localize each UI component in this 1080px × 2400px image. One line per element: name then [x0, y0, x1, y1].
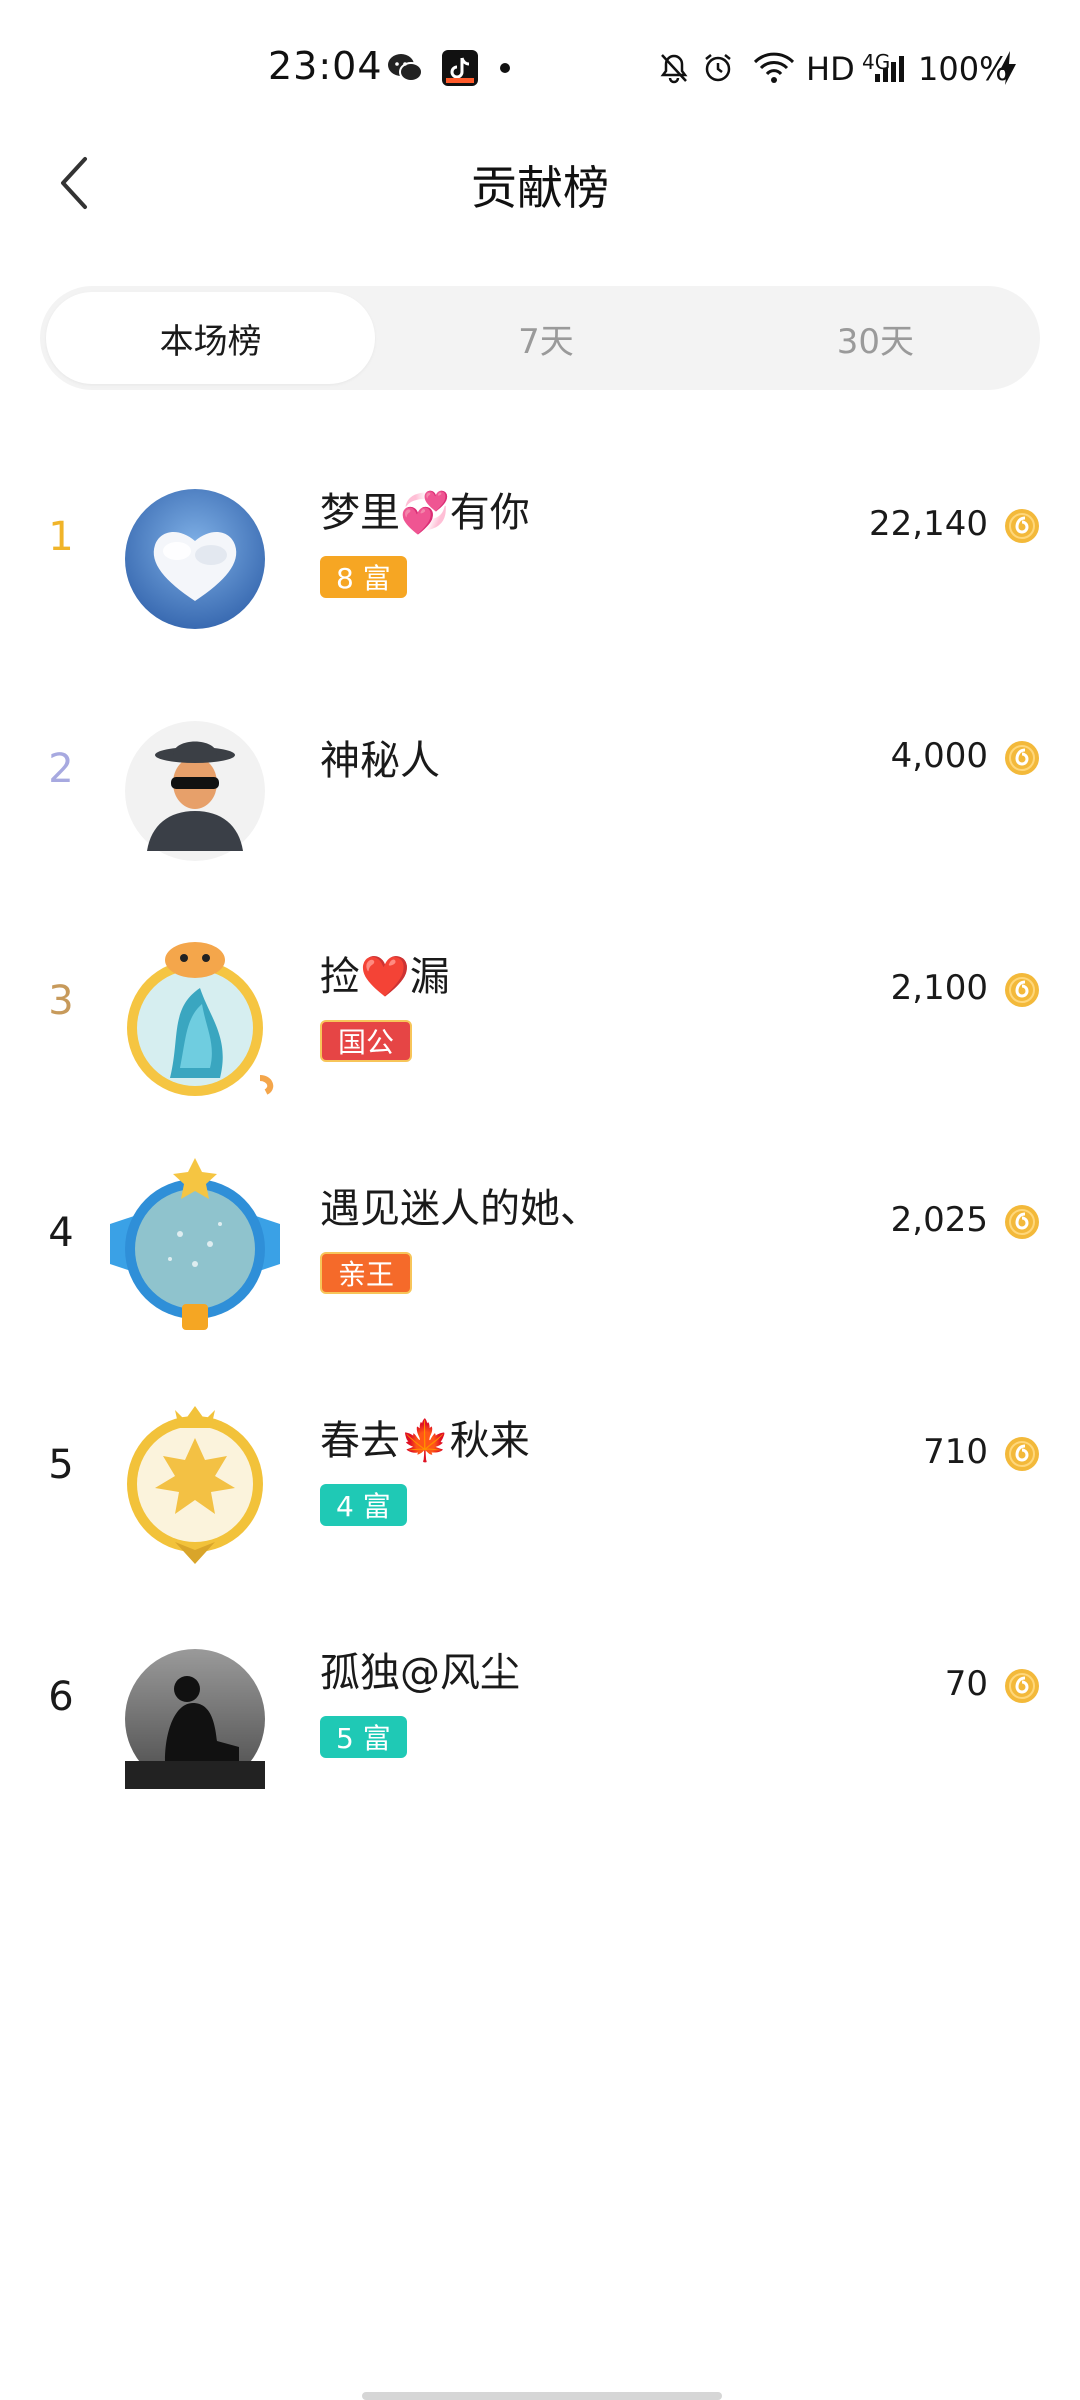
home-indicator[interactable]	[362, 2392, 722, 2400]
rank-number: 4	[48, 1210, 74, 1256]
bell-off-icon	[656, 48, 692, 88]
user-name: 春去🍁秋来	[320, 1418, 530, 1464]
rank-number: 6	[48, 1674, 74, 1720]
ranking-row[interactable]: 6 孤独@风尘 5 富 70	[0, 1604, 1080, 1804]
contribution-score: 4,000	[890, 736, 988, 776]
contribution-score: 70	[944, 1664, 988, 1704]
avatar[interactable]	[110, 474, 280, 644]
rank-number: 5	[48, 1442, 74, 1488]
ranking-row[interactable]: 5 春去🍁秋来 4 富 710	[0, 1372, 1080, 1572]
coin-icon	[1005, 741, 1039, 775]
avatar[interactable]	[110, 938, 280, 1108]
user-name: 神秘人	[320, 738, 440, 784]
wealth-level-badge: 8 富	[320, 556, 407, 598]
ranking-row[interactable]: 4 遇见迷人的她、 亲王 2,025	[0, 1140, 1080, 1340]
rank-number: 1	[48, 514, 74, 560]
contribution-score: 22,140	[869, 504, 988, 544]
wealth-level-badge: 5 富	[320, 1716, 407, 1758]
avatar[interactable]	[110, 1402, 280, 1572]
user-name: 孤独@风尘	[320, 1650, 520, 1696]
avatar[interactable]	[100, 1154, 290, 1344]
alarm-icon	[700, 48, 736, 88]
rank-number: 3	[48, 978, 74, 1024]
ranking-row[interactable]: 1 梦里💞有你 8 富 22,140	[0, 444, 1080, 644]
avatar[interactable]	[110, 1634, 280, 1804]
page-title: 贡献榜	[471, 161, 609, 215]
contribution-score: 710	[923, 1432, 988, 1472]
user-name: 梦里💞有你	[320, 490, 530, 536]
coin-icon	[1005, 973, 1039, 1007]
charging-icon	[996, 48, 1020, 88]
tiktok-icon	[440, 48, 480, 88]
avatar[interactable]	[110, 706, 280, 876]
ranking-row[interactable]: 2 神秘人 4,000	[0, 676, 1080, 876]
wechat-icon	[385, 48, 425, 88]
wifi-icon	[752, 48, 796, 88]
tab-7-days[interactable]: 7天	[381, 286, 710, 390]
ranking-row[interactable]: 3 捡❤️漏 国公 2,100	[0, 908, 1080, 1108]
noble-rank-badge: 亲王	[320, 1252, 413, 1294]
user-name: 遇见迷人的她、	[320, 1186, 600, 1232]
tab-30-days[interactable]: 30天	[711, 286, 1040, 390]
coin-icon	[1005, 1205, 1039, 1239]
notification-dot-icon	[498, 48, 512, 88]
tab-current-session[interactable]: 本场榜	[46, 292, 376, 384]
wealth-level-badge: 4 富	[320, 1484, 407, 1526]
rank-number: 2	[48, 746, 74, 792]
contribution-score: 2,100	[890, 968, 988, 1008]
hd-label: HD	[806, 50, 855, 88]
coin-icon	[1005, 1437, 1039, 1471]
status-time: 23:04	[268, 44, 383, 88]
contribution-score: 2,025	[890, 1200, 988, 1240]
user-name: 捡❤️漏	[320, 954, 450, 1000]
coin-icon	[1005, 1669, 1039, 1703]
signal-icon	[872, 48, 908, 88]
period-tabs: 本场榜 7天 30天	[40, 286, 1040, 390]
coin-icon	[1005, 509, 1039, 543]
status-bar: 23:04 HD 4G 100%	[0, 0, 1080, 130]
noble-rank-badge: 国公	[320, 1020, 413, 1062]
